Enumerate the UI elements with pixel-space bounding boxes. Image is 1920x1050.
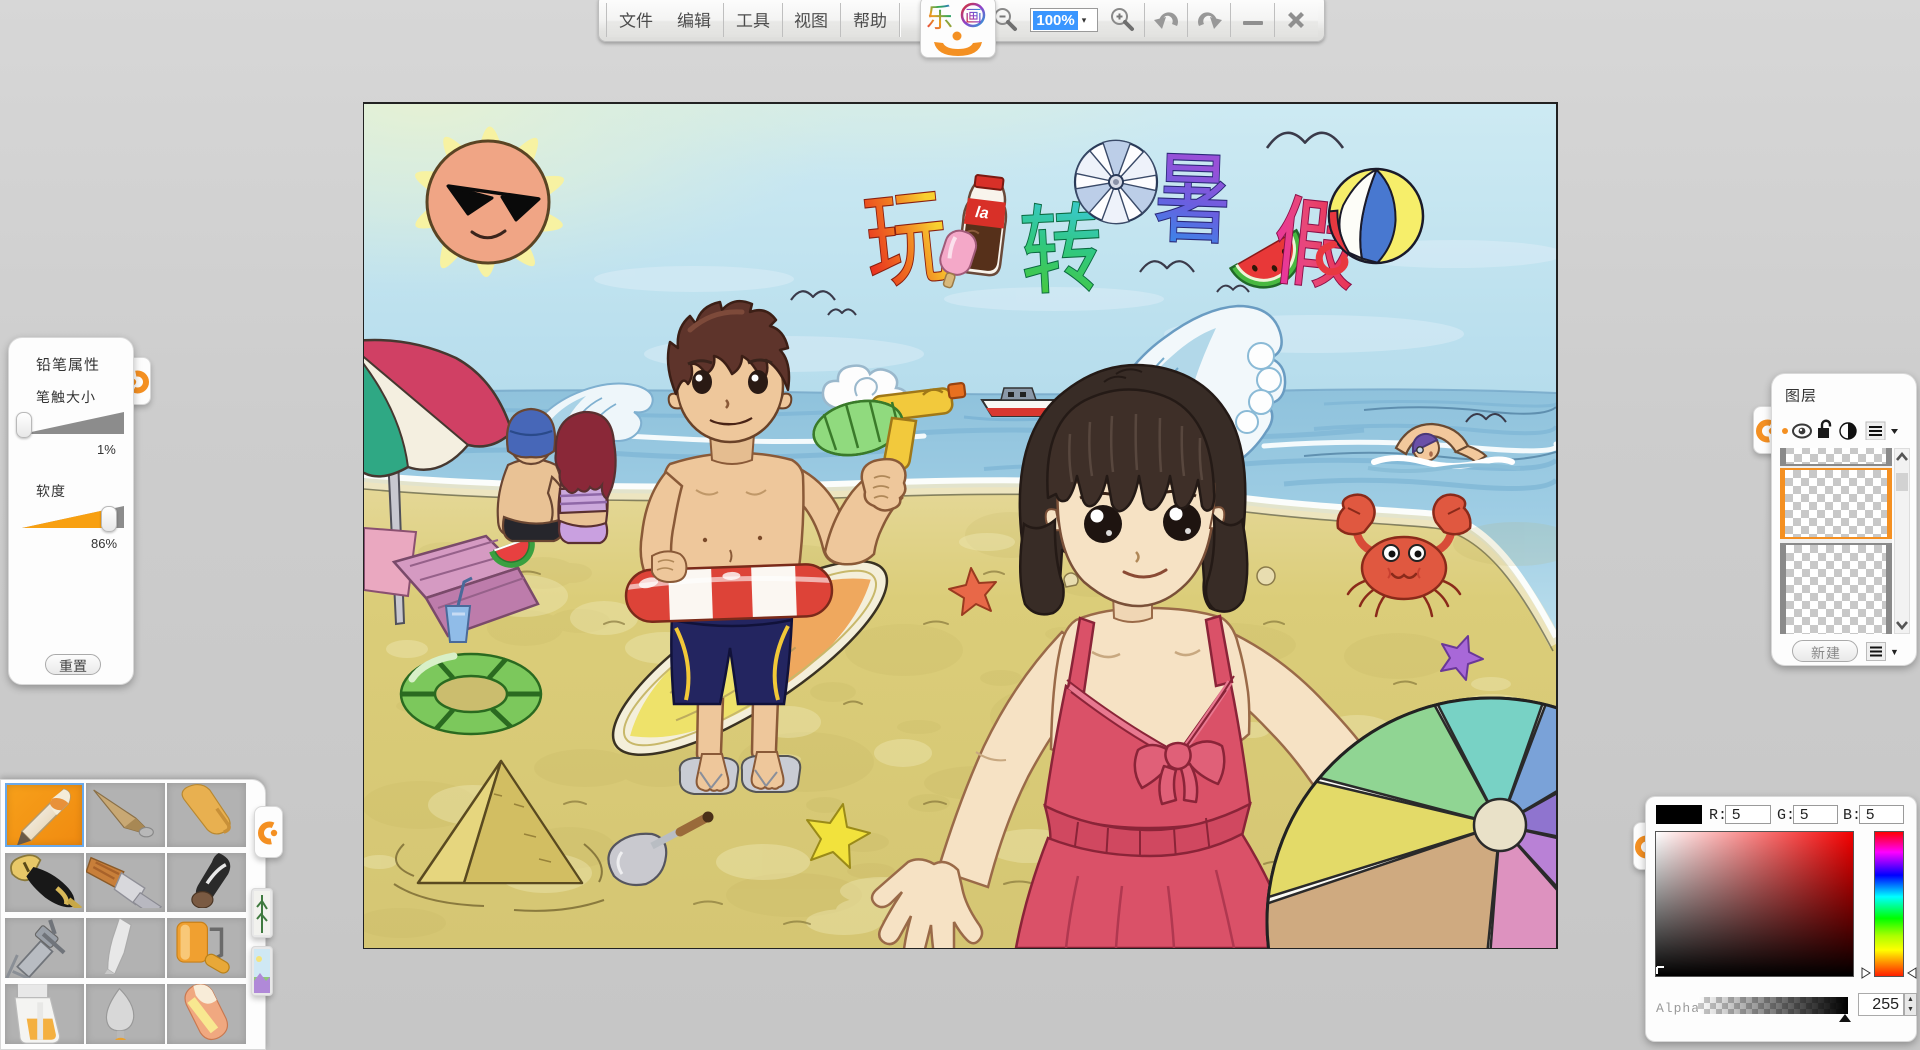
svg-text:la: la [974, 204, 989, 223]
